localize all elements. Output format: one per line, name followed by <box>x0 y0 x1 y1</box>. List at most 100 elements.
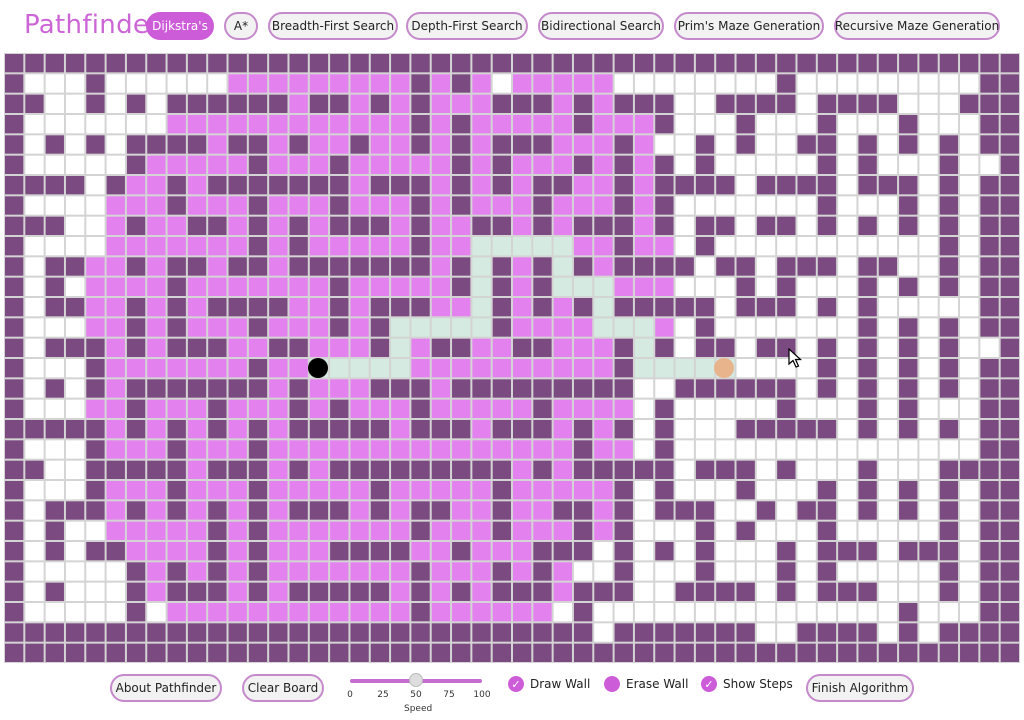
grid-cell[interactable] <box>248 460 268 479</box>
grid-cell[interactable] <box>472 623 491 642</box>
grid-cell[interactable] <box>919 94 938 113</box>
grid-cell[interactable] <box>960 643 979 662</box>
grid-cell[interactable] <box>472 74 491 93</box>
grid-cell[interactable] <box>573 440 593 459</box>
grid-cell[interactable] <box>553 298 572 317</box>
grid-cell[interactable] <box>513 135 532 154</box>
grid-cell[interactable] <box>797 521 816 540</box>
grid-cell[interactable] <box>817 542 837 561</box>
grid-cell[interactable] <box>45 379 64 398</box>
grid-cell[interactable] <box>797 379 816 398</box>
grid-cell[interactable] <box>147 521 166 540</box>
grid-cell[interactable] <box>228 196 247 215</box>
grid-cell[interactable] <box>106 359 125 378</box>
grid-cell[interactable] <box>106 542 125 561</box>
grid-cell[interactable] <box>553 501 572 520</box>
grid-cell[interactable] <box>126 237 146 256</box>
grid-cell[interactable] <box>695 277 715 296</box>
grid-cell[interactable] <box>431 562 451 581</box>
algorithm-button-dijkstra[interactable]: Dijkstra's <box>146 12 214 40</box>
grid-cell[interactable] <box>634 318 654 337</box>
grid-cell[interactable] <box>797 155 816 174</box>
algorithm-button-astar[interactable]: A* <box>224 12 258 40</box>
grid-cell[interactable] <box>533 542 552 561</box>
grid-cell[interactable] <box>675 562 694 581</box>
grid-cell[interactable] <box>330 379 349 398</box>
grid-cell[interactable] <box>675 176 694 195</box>
grid-cell[interactable] <box>5 257 24 276</box>
grid-cell[interactable] <box>167 298 186 317</box>
grid-cell[interactable] <box>614 582 633 601</box>
grid-cell[interactable] <box>187 94 207 113</box>
grid-cell[interactable] <box>960 542 979 561</box>
grid-cell[interactable] <box>513 379 532 398</box>
grid-cell[interactable] <box>330 54 349 73</box>
grid-cell[interactable] <box>899 338 918 357</box>
grid-cell[interactable] <box>452 196 471 215</box>
grid-cell[interactable] <box>716 196 735 215</box>
grid-cell[interactable] <box>716 623 735 642</box>
grid-cell[interactable] <box>208 643 227 662</box>
grid-cell[interactable] <box>187 237 207 256</box>
grid-cell[interactable] <box>208 562 227 581</box>
grid-cell[interactable] <box>350 603 369 622</box>
grid-cell[interactable] <box>330 460 349 479</box>
grid-cell[interactable] <box>777 582 796 601</box>
grid-cell[interactable] <box>248 440 268 459</box>
grid-cell[interactable] <box>573 542 593 561</box>
grid-cell[interactable] <box>431 440 451 459</box>
grid-cell[interactable] <box>533 501 552 520</box>
grid-cell[interactable] <box>65 257 85 276</box>
grid-cell[interactable] <box>167 521 186 540</box>
grid-cell[interactable] <box>594 237 613 256</box>
grid-cell[interactable] <box>269 359 288 378</box>
grid-cell[interactable] <box>86 582 105 601</box>
grid-cell[interactable] <box>370 460 390 479</box>
grid-cell[interactable] <box>614 542 633 561</box>
grid-cell[interactable] <box>25 521 44 540</box>
grid-cell[interactable] <box>25 257 44 276</box>
grid-cell[interactable] <box>126 155 146 174</box>
grid-cell[interactable] <box>614 338 633 357</box>
grid-cell[interactable] <box>817 460 837 479</box>
grid-cell[interactable] <box>777 115 796 134</box>
show-steps-checkbox-icon[interactable]: ✓ <box>701 676 717 692</box>
grid-cell[interactable] <box>838 298 857 317</box>
grid-cell[interactable] <box>797 277 816 296</box>
grid-cell[interactable] <box>167 257 186 276</box>
grid-cell[interactable] <box>228 501 247 520</box>
grid-cell[interactable] <box>45 298 64 317</box>
grid-cell[interactable] <box>350 623 369 642</box>
grid-cell[interactable] <box>838 643 857 662</box>
grid-cell[interactable] <box>817 155 837 174</box>
grid-cell[interactable] <box>594 460 613 479</box>
grid-cell[interactable] <box>391 115 410 134</box>
grid-cell[interactable] <box>208 298 227 317</box>
grid-cell[interactable] <box>228 237 247 256</box>
grid-cell[interactable] <box>86 176 105 195</box>
grid-cell[interactable] <box>756 582 776 601</box>
grid-cell[interactable] <box>472 359 491 378</box>
grid-cell[interactable] <box>675 399 694 418</box>
grid-cell[interactable] <box>289 54 308 73</box>
grid-cell[interactable] <box>187 359 207 378</box>
grid-cell[interactable] <box>817 277 837 296</box>
grid-cell[interactable] <box>5 115 24 134</box>
grid-cell[interactable] <box>838 481 857 500</box>
grid-cell[interactable] <box>65 521 85 540</box>
grid-cell[interactable] <box>777 481 796 500</box>
grid-cell[interactable] <box>614 623 633 642</box>
grid-cell[interactable] <box>65 74 85 93</box>
grid-cell[interactable] <box>106 582 125 601</box>
grid-cell[interactable] <box>248 196 268 215</box>
grid-cell[interactable] <box>939 176 959 195</box>
grid-cell[interactable] <box>492 359 511 378</box>
grid-cell[interactable] <box>675 74 694 93</box>
grid-cell[interactable] <box>45 542 64 561</box>
grid-cell[interactable] <box>370 54 390 73</box>
grid-cell[interactable] <box>452 542 471 561</box>
grid-cell[interactable] <box>106 277 125 296</box>
grid-cell[interactable] <box>269 277 288 296</box>
grid-cell[interactable] <box>411 440 430 459</box>
grid-cell[interactable] <box>899 379 918 398</box>
